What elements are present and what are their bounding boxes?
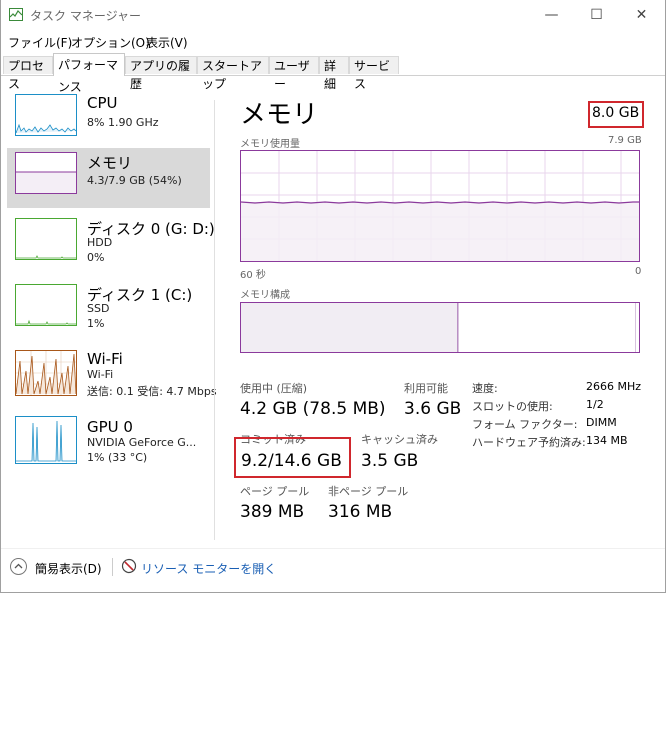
sidebar-item-adapter: Wi-Fi [87,368,114,381]
maximize-button[interactable]: ☐ [574,0,619,30]
highlight-total-memory [588,101,644,128]
menu-bar: ファイル(F) オプション(O) 表示(V) [1,31,665,51]
graph-time-right: 0 [635,266,642,277]
hardware-reserved-label: ハードウェア予約済み: [472,436,586,449]
tab-app-history[interactable]: アプリの履歴 [125,56,197,91]
sidebar-item-wifi[interactable]: Wi-Fi Wi-Fi 送信: 0.1 受信: 4.7 Mbps [7,346,217,406]
disk0-thumbnail [15,218,77,260]
sidebar-item-disk-0[interactable]: ディスク 0 (G: D:) HDD 0% [7,214,215,274]
sidebar-item-model: NVIDIA GeForce G... [87,436,197,449]
menu-view[interactable]: 表示(V) [146,34,188,51]
form-factor-label: フォーム ファクター: [472,418,578,431]
footer-divider [1,548,665,549]
resource-monitor-icon[interactable] [121,558,137,574]
speed-value: 2666 MHz [586,380,642,393]
sidebar-item-usage: 0% [87,251,105,264]
task-manager-window: タスク マネージャー — ☐ ✕ ファイル(F) オプション(O) 表示(V) … [0,0,666,593]
tab-users[interactable]: ユーザー [269,56,319,91]
available-value: 3.6 GB [404,399,462,419]
resource-list: CPU 8% 1.90 GHz メモリ 4.3/7.9 GB (54%) ディス… [1,76,217,544]
hardware-reserved-value: 134 MB [586,434,628,447]
fewer-details-button[interactable]: 簡易表示(D) [35,560,102,577]
slots-value: 1/2 [586,398,604,411]
title-bar: タスク マネージャー — ☐ ✕ [1,0,665,30]
cpu-thumbnail [15,94,77,136]
footer-separator [112,558,113,576]
sidebar-item-gpu[interactable]: GPU 0 NVIDIA GeForce G... 1% (33 °C) [7,414,210,474]
page-title: メモリ [240,100,319,130]
usage-fill [241,202,639,261]
sidebar-item-detail: 8% 1.90 GHz [87,116,159,129]
sidebar-item-disk-1[interactable]: ディスク 1 (C:) SSD 1% [7,280,210,340]
window-title: タスク マネージャー [30,9,141,23]
nonpaged-pool-label: 非ページ プール [328,485,409,498]
chevron-up-icon[interactable] [10,558,27,575]
in-use-label: 使用中 (圧縮) [240,382,308,395]
tab-performance[interactable]: パフォーマンス [53,53,125,94]
minimize-button[interactable]: — [529,0,574,30]
highlight-committed [234,437,351,478]
sidebar-item-usage: 1% [87,317,105,330]
graph-time-left: 60 秒 [240,270,266,281]
tab-services[interactable]: サービス [349,56,399,91]
wifi-thumbnail [15,350,77,396]
composition-free [635,303,636,352]
sidebar-item-type: SSD [87,302,110,315]
tab-bar: プロセス パフォーマンス アプリの履歴 スタートアップ ユーザー 詳細 サービス [1,53,665,94]
menu-options[interactable]: オプション(O) [71,34,150,51]
sidebar-item-usage: 1% (33 °C) [87,451,148,464]
paged-pool-label: ページ プール [240,485,310,498]
composition-label: メモリ構成 [240,290,290,301]
speed-label: 速度: [472,382,498,395]
sidebar-item-throughput: 送信: 0.1 受信: 4.7 Mbps [87,385,217,398]
usage-graph-label: メモリ使用量 [240,139,300,150]
paged-pool-value: 389 MB [240,502,305,522]
disk1-thumbnail [15,284,77,326]
open-resource-monitor-link[interactable]: リソース モニターを開く [141,560,276,577]
memory-composition-bar [240,302,640,353]
cached-label: キャッシュ済み [361,433,438,446]
task-manager-app-icon [9,8,23,21]
composition-modified [458,303,459,352]
sidebar-item-title: Wi-Fi [87,350,123,368]
close-button[interactable]: ✕ [619,0,664,30]
form-factor-value: DIMM [586,416,617,429]
usage-graph-max: 7.9 GB [608,135,642,146]
memory-thumbnail [15,152,77,194]
sidebar-item-detail: 4.3/7.9 GB (54%) [87,174,182,187]
composition-in-use[interactable] [241,303,458,352]
cached-value: 3.5 GB [361,451,419,471]
sidebar-item-title: GPU 0 [87,418,133,436]
menu-file[interactable]: ファイル(F) [8,34,72,51]
tab-details[interactable]: 詳細 [319,56,349,91]
sidebar-item-title: CPU [87,94,118,112]
tab-processes[interactable]: プロセス [3,56,53,91]
tab-startup[interactable]: スタートアップ [197,56,269,91]
sidebar-item-title: メモリ [87,154,133,172]
available-label: 利用可能 [404,382,448,395]
sidebar-item-memory[interactable]: メモリ 4.3/7.9 GB (54%) [7,148,210,208]
in-use-value: 4.2 GB (78.5 MB) [240,399,386,419]
sidebar-item-type: HDD [87,236,113,249]
gpu-thumbnail [15,416,77,464]
sidebar-item-cpu[interactable]: CPU 8% 1.90 GHz [7,90,210,150]
nonpaged-pool-value: 316 MB [328,502,393,522]
pane-divider [214,100,215,540]
slots-label: スロットの使用: [472,400,553,413]
memory-usage-graph [240,150,640,262]
